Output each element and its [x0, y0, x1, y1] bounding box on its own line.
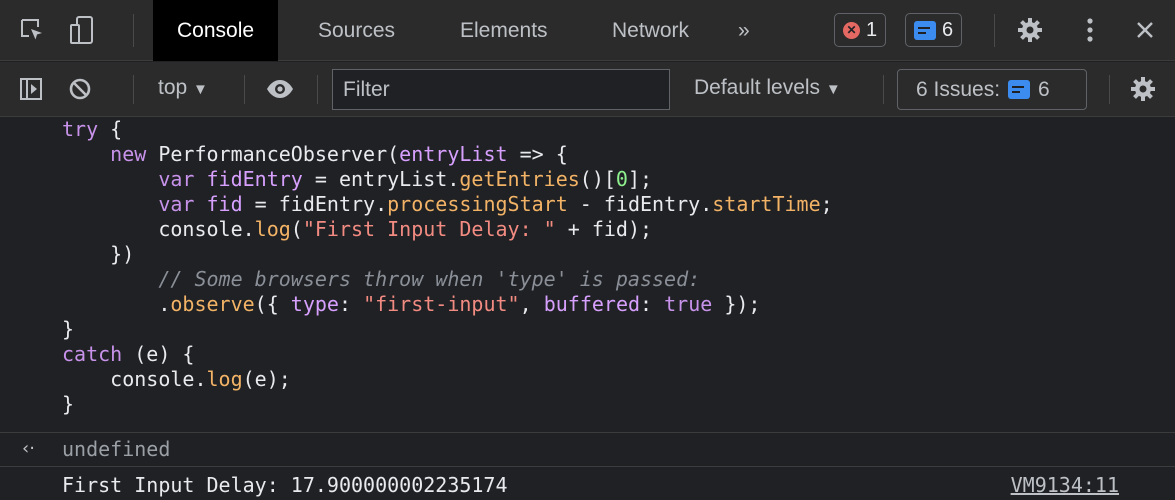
- toolbar-divider: [133, 75, 134, 104]
- settings-gear-icon[interactable]: [1012, 12, 1048, 48]
- tabbar-divider: [133, 14, 134, 47]
- chevron-down-icon: ▼: [825, 81, 841, 98]
- tab-network[interactable]: Network: [612, 0, 689, 61]
- context-selector[interactable]: top ▼: [158, 76, 208, 100]
- close-icon[interactable]: [1127, 12, 1163, 48]
- tab-console[interactable]: Console: [153, 0, 279, 61]
- log-message: First Input Delay: 17.900000002235174: [62, 473, 508, 497]
- kebab-menu-icon[interactable]: [1072, 12, 1108, 48]
- inspect-element-icon[interactable]: [14, 12, 50, 48]
- live-expression-eye-icon[interactable]: [262, 71, 298, 107]
- devtools-tabbar: Console Sources Elements Network » ✕ 1 6: [0, 0, 1175, 61]
- sidebar-toggle-icon[interactable]: [13, 71, 49, 107]
- tab-sources[interactable]: Sources: [318, 0, 395, 61]
- log-levels-dropdown[interactable]: Default levels ▼: [694, 76, 841, 100]
- toolbar-divider: [883, 75, 884, 104]
- console-toolbar: top ▼ Default levels ▼ 6 Issues: 6: [0, 62, 1175, 117]
- code-line: catch (e) {: [62, 342, 195, 366]
- console-log-row: First Input Delay: 17.900000002235174 VM…: [0, 466, 1175, 500]
- code-line: console.log("First Input Delay: " + fid)…: [62, 217, 653, 241]
- code-line: var fid = fidEntry.processingStart - fid…: [158, 192, 833, 216]
- code-line: var fidEntry = entryList.getEntries()[0]…: [158, 167, 653, 191]
- code-line: // Some browsers throw when 'type' is pa…: [158, 267, 701, 291]
- error-count-badge[interactable]: ✕ 1: [834, 13, 887, 47]
- return-value: undefined: [62, 437, 171, 461]
- console-result-row: ‹· undefined: [0, 432, 1175, 465]
- code-line: console.log(e);: [62, 367, 291, 391]
- filter-input[interactable]: [332, 69, 670, 110]
- issues-button[interactable]: 6 Issues: 6: [897, 69, 1087, 110]
- code-line: }: [62, 317, 75, 341]
- issues-label: 6 Issues:: [916, 77, 1001, 101]
- message-count-badge[interactable]: 6: [905, 13, 963, 47]
- clear-console-icon[interactable]: [62, 71, 98, 107]
- message-count: 6: [942, 18, 954, 41]
- toolbar-divider: [1109, 75, 1110, 104]
- code-line: new PerformanceObserver(entryList => {: [110, 142, 568, 166]
- log-levels-label: Default levels: [694, 76, 821, 99]
- code-line: .observe({ type: "first-input", buffered…: [62, 292, 761, 316]
- source-link[interactable]: VM9134:11: [1011, 473, 1119, 497]
- message-icon: [1008, 80, 1031, 99]
- issues-count: 6: [1038, 77, 1050, 101]
- return-value-arrow-icon: ‹·: [22, 438, 35, 459]
- more-tabs-button[interactable]: »: [738, 0, 750, 61]
- code-line: try {: [62, 117, 123, 141]
- error-icon: ✕: [843, 21, 860, 39]
- tabbar-divider: [994, 14, 995, 47]
- device-toolbar-icon[interactable]: [64, 12, 100, 48]
- code-line: }): [62, 242, 135, 266]
- error-count: 1: [866, 18, 878, 41]
- console-input-echo: try { new PerformanceObserver(entryList …: [0, 117, 1175, 432]
- chevron-down-icon: ▼: [193, 81, 208, 98]
- toolbar-divider: [244, 75, 245, 104]
- message-icon: [914, 20, 936, 40]
- toolbar-divider: [317, 75, 318, 104]
- console-settings-gear-icon[interactable]: [1125, 71, 1161, 107]
- context-label: top: [158, 76, 188, 99]
- code-line: }: [62, 392, 75, 416]
- tab-elements[interactable]: Elements: [460, 0, 548, 61]
